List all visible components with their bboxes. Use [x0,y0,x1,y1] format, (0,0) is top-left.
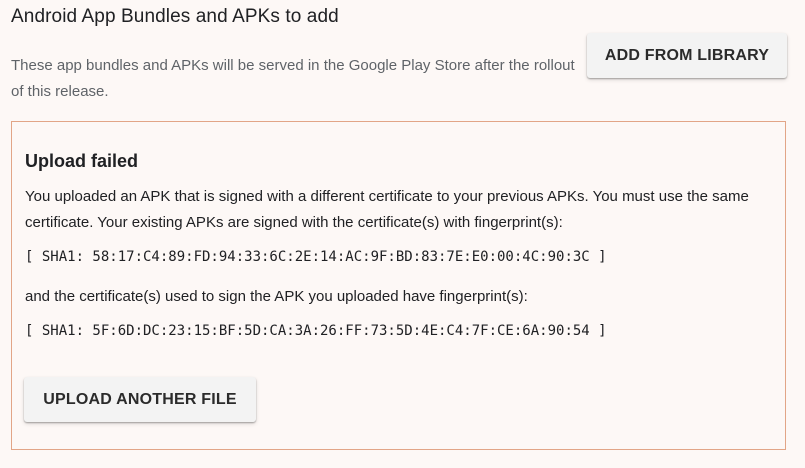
error-title: Upload failed [25,151,139,171]
existing-fingerprint: [ SHA1: 58:17:C4:89:FD:94:33:6C:2E:14:AC… [25,249,607,265]
uploaded-fingerprint: [ SHA1: 5F:6D:DC:23:15:BF:5D:CA:3A:26:FF… [25,323,607,339]
section-description: These app bundles and APKs will be serve… [11,57,575,100]
add-from-library-button[interactable]: ADD FROM LIBRARY [587,33,787,78]
error-message-existing: You uploaded an APK that is signed with … [25,188,749,231]
upload-error-panel: Upload failed You uploaded an APK that i… [11,121,786,450]
upload-another-file-button[interactable]: UPLOAD ANOTHER FILE [24,377,256,422]
error-message-uploaded: and the certificate(s) used to sign the … [25,288,528,305]
section-title: Android App Bundles and APKs to add [11,6,339,27]
